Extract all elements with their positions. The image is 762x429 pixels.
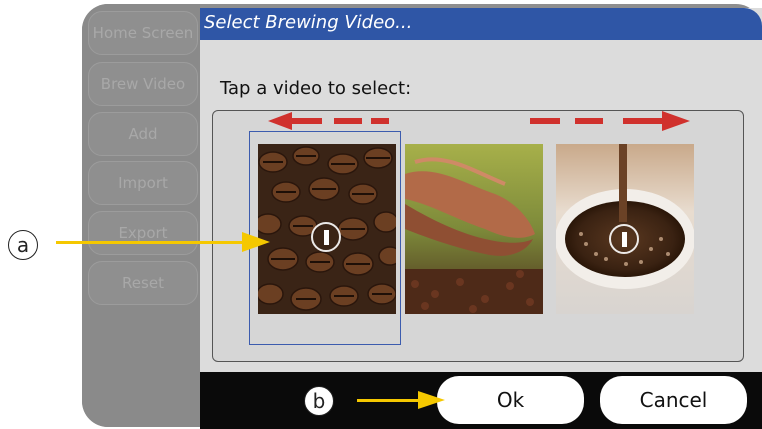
arrow-b-icon — [357, 391, 445, 409]
pointer-arrows — [56, 232, 445, 409]
arrow-a-icon — [56, 232, 270, 252]
